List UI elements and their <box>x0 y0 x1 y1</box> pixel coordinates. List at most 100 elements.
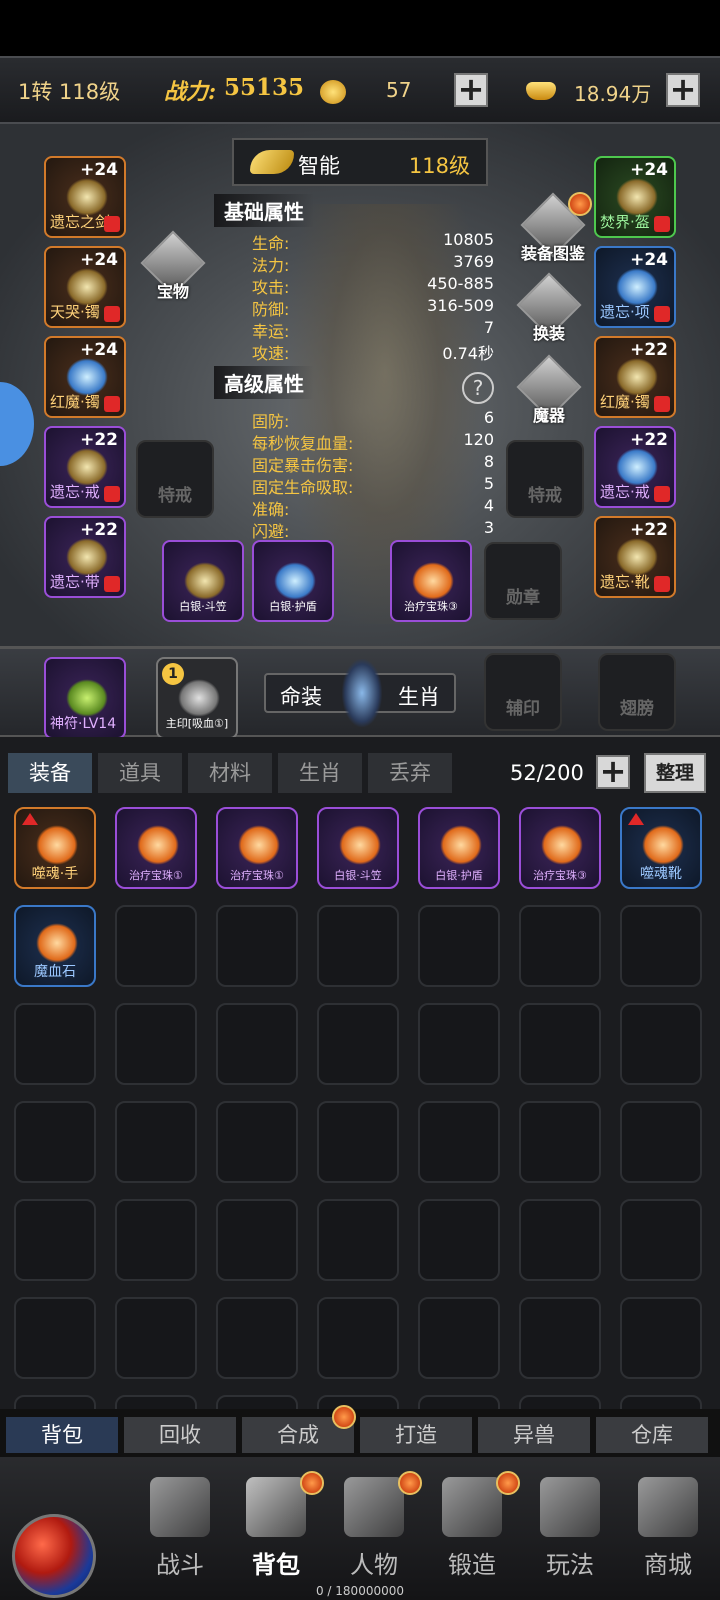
inventory-item[interactable]: 白银·护盾 <box>418 807 500 889</box>
item-label: 白银·护盾 <box>435 869 483 882</box>
equip-slot-gem[interactable]: 治疗宝珠③ <box>390 540 472 622</box>
empty-slot[interactable] <box>620 1003 702 1085</box>
empty-slot[interactable] <box>216 1199 298 1281</box>
inventory-item[interactable]: 治疗宝珠③ <box>519 807 601 889</box>
equip-slot-shield[interactable]: 白银·护盾 <box>252 540 334 622</box>
lock-icon <box>104 486 120 502</box>
main-seal-slot[interactable]: 1 主印[吸血①] <box>156 657 238 739</box>
inventory-item[interactable]: 治疗宝珠① <box>216 807 298 889</box>
nav-shop[interactable]: 商城 <box>624 1471 712 1585</box>
aux-seal-slot[interactable]: 辅印 <box>484 653 562 731</box>
floating-assist-button[interactable] <box>0 382 34 466</box>
inventory-item[interactable]: 噬魂·手 <box>14 807 96 889</box>
empty-slot[interactable] <box>317 1199 399 1281</box>
empty-slot[interactable] <box>519 905 601 987</box>
empty-slot[interactable] <box>216 1297 298 1379</box>
empty-slot[interactable] <box>519 1199 601 1281</box>
empty-slot[interactable] <box>620 1101 702 1183</box>
inventory-item[interactable]: 治疗宝珠① <box>115 807 197 889</box>
empty-slot[interactable] <box>115 1101 197 1183</box>
empty-slot[interactable] <box>418 1297 500 1379</box>
hat-icon <box>184 562 226 600</box>
subtab-warehouse[interactable]: 仓库 <box>596 1417 708 1453</box>
medal-slot[interactable]: 勋章 <box>484 542 562 620</box>
magic-artifact-button[interactable]: 魔器 <box>514 354 584 426</box>
equip-slot-hat[interactable]: 白银·斗笠 <box>162 540 244 622</box>
tab-zodiac[interactable]: 生肖 <box>398 681 440 711</box>
equip-slot-helmet[interactable]: +24 焚界·盔 <box>594 156 676 238</box>
empty-slot[interactable] <box>115 1003 197 1085</box>
empty-slot[interactable] <box>14 1199 96 1281</box>
equip-slot-ring-left[interactable]: +22 遗忘·戒 <box>44 426 126 508</box>
add-coin-button[interactable]: + <box>454 73 488 107</box>
treasure-button[interactable]: 宝物 <box>138 230 208 302</box>
equip-slot-bracelet-left-2[interactable]: +24 红魔·镯 <box>44 336 126 418</box>
empty-slot[interactable] <box>418 1101 500 1183</box>
empty-slot[interactable] <box>317 1297 399 1379</box>
empty-slot[interactable] <box>115 905 197 987</box>
empty-slot[interactable] <box>519 1003 601 1085</box>
empty-slot[interactable] <box>519 1297 601 1379</box>
empty-slot[interactable] <box>216 1395 298 1409</box>
inv-tab-discard[interactable]: 丢弃 <box>368 753 452 793</box>
inv-tab-zodiac[interactable]: 生肖 <box>278 753 362 793</box>
special-ring-slot-left[interactable]: 特戒 <box>136 440 214 518</box>
empty-slot[interactable] <box>418 1395 500 1409</box>
inventory-item[interactable]: 魔血石 <box>14 905 96 987</box>
empty-slot[interactable] <box>620 1395 702 1409</box>
ingot-value: 18.94万 <box>574 82 652 106</box>
subtab-bag[interactable]: 背包 <box>6 1417 118 1453</box>
equip-slot-bracelet-right[interactable]: +22 红魔·镯 <box>594 336 676 418</box>
inv-tab-materials[interactable]: 材料 <box>188 753 272 793</box>
subtab-beasts[interactable]: 异兽 <box>478 1417 590 1453</box>
equip-slot-bracelet-left[interactable]: +24 天哭·镯 <box>44 246 126 328</box>
empty-slot[interactable] <box>14 1395 96 1409</box>
gold-ingot-icon <box>526 82 556 100</box>
empty-slot[interactable] <box>519 1395 601 1409</box>
inventory-item[interactable]: 白银·斗笠 <box>317 807 399 889</box>
add-ingot-button[interactable]: + <box>666 73 700 107</box>
experience-text: 0 / 180000000 <box>315 1584 405 1598</box>
nav-gameplay[interactable]: 玩法 <box>526 1471 614 1585</box>
empty-slot[interactable] <box>14 1003 96 1085</box>
empty-slot[interactable] <box>620 1199 702 1281</box>
rune-bar: 神符·LV14 1 主印[吸血①] 命装 生肖 辅印 翅膀 <box>0 649 720 739</box>
empty-slot[interactable] <box>418 1199 500 1281</box>
inv-tab-equipment[interactable]: 装备 <box>8 753 92 793</box>
empty-slot[interactable] <box>620 1297 702 1379</box>
equip-slot-boots[interactable]: +22 遗忘·靴 <box>594 516 676 598</box>
equip-slot-weapon[interactable]: +24 遗忘之剑 <box>44 156 126 238</box>
empty-slot[interactable] <box>317 1395 399 1409</box>
inv-tab-items[interactable]: 道具 <box>98 753 182 793</box>
empty-slot[interactable] <box>115 1297 197 1379</box>
rune-slot[interactable]: 神符·LV14 <box>44 657 126 739</box>
empty-slot[interactable] <box>317 905 399 987</box>
subtab-forge[interactable]: 打造 <box>360 1417 472 1453</box>
equip-slot-ring-right[interactable]: +22 遗忘·戒 <box>594 426 676 508</box>
empty-slot[interactable] <box>317 1101 399 1183</box>
equip-slot-belt[interactable]: +22 遗忘·带 <box>44 516 126 598</box>
empty-slot[interactable] <box>519 1101 601 1183</box>
inventory-item[interactable]: 噬魂靴 <box>620 807 702 889</box>
special-ring-slot-right[interactable]: 特戒 <box>506 440 584 518</box>
empty-slot[interactable] <box>620 905 702 987</box>
subtab-recycle[interactable]: 回收 <box>124 1417 236 1453</box>
empty-slot[interactable] <box>317 1003 399 1085</box>
empty-slot[interactable] <box>418 1003 500 1085</box>
swap-outfit-button[interactable]: 换装 <box>514 272 584 344</box>
empty-slot[interactable] <box>216 905 298 987</box>
empty-slot[interactable] <box>115 1199 197 1281</box>
nav-battle[interactable]: 战斗 <box>136 1471 224 1585</box>
empty-slot[interactable] <box>216 1003 298 1085</box>
sort-button[interactable]: 整理 <box>644 753 706 793</box>
expand-inventory-button[interactable]: + <box>596 755 630 789</box>
empty-slot[interactable] <box>115 1395 197 1409</box>
equip-slot-necklace[interactable]: +24 遗忘·项 <box>594 246 676 328</box>
empty-slot[interactable] <box>14 1101 96 1183</box>
empty-slot[interactable] <box>14 1297 96 1379</box>
tab-life-equip[interactable]: 命装 <box>280 681 322 711</box>
empty-slot[interactable] <box>216 1101 298 1183</box>
wings-slot[interactable]: 翅膀 <box>598 653 676 731</box>
empty-slot[interactable] <box>418 905 500 987</box>
help-icon[interactable]: ? <box>462 372 494 404</box>
